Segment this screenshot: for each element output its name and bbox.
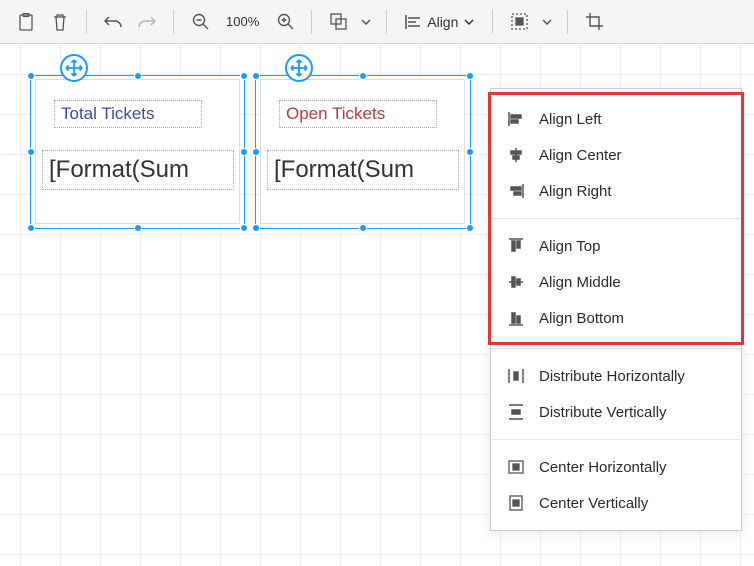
menu-item-center-vertically[interactable]: Center Vertically xyxy=(491,485,741,521)
zoom-out-button[interactable] xyxy=(184,6,216,38)
menu-separator xyxy=(491,218,741,219)
menu-label: Align Bottom xyxy=(539,310,624,327)
menu-item-align-bottom[interactable]: Align Bottom xyxy=(491,300,741,336)
menu-item-align-left[interactable]: Align Left xyxy=(491,101,741,137)
separator xyxy=(492,10,493,34)
resize-handle[interactable] xyxy=(466,224,474,232)
align-left-icon xyxy=(507,110,525,128)
chevron-down-icon xyxy=(464,19,474,25)
align-middle-icon xyxy=(507,273,525,291)
align-left-icon xyxy=(405,15,421,29)
move-icon xyxy=(65,59,83,77)
menu-item-align-center[interactable]: Align Center xyxy=(491,137,741,173)
resize-handle[interactable] xyxy=(252,148,260,156)
select-icon xyxy=(511,13,528,30)
chevron-down-icon xyxy=(361,19,371,25)
menu-label: Distribute Horizontally xyxy=(539,368,685,385)
resize-handle[interactable] xyxy=(240,148,248,156)
card-total-tickets[interactable]: Total Tickets [Format(Sum xyxy=(35,79,240,224)
separator xyxy=(173,10,174,34)
clipboard-icon xyxy=(18,13,34,31)
menu-item-align-middle[interactable]: Align Middle xyxy=(491,264,741,300)
zoom-level[interactable]: 100% xyxy=(218,14,267,29)
separator xyxy=(311,10,312,34)
card-open-tickets[interactable]: Open Tickets [Format(Sum xyxy=(260,79,465,224)
value-text: [Format(Sum xyxy=(274,156,414,184)
menu-item-align-top[interactable]: Align Top xyxy=(491,228,741,264)
resize-handle[interactable] xyxy=(240,72,248,80)
separator xyxy=(86,10,87,34)
resize-handle[interactable] xyxy=(27,224,35,232)
menu-label: Align Left xyxy=(539,111,602,128)
resize-handle[interactable] xyxy=(27,72,35,80)
menu-item-distribute-vertically[interactable]: Distribute Vertically xyxy=(491,394,741,430)
undo-icon xyxy=(104,15,122,29)
distribute-horizontal-icon xyxy=(507,367,525,385)
align-dropdown-button[interactable]: Align xyxy=(397,6,482,38)
resize-handle[interactable] xyxy=(252,72,260,80)
distribute-vertical-icon xyxy=(507,403,525,421)
crop-button[interactable] xyxy=(578,6,610,38)
zoom-in-button[interactable] xyxy=(269,6,301,38)
align-label: Align xyxy=(427,14,458,30)
resize-handle[interactable] xyxy=(240,224,248,232)
title-text: Total Tickets xyxy=(61,104,155,124)
resize-handle[interactable] xyxy=(466,148,474,156)
undo-button[interactable] xyxy=(97,6,129,38)
resize-handle[interactable] xyxy=(27,148,35,156)
field-title[interactable]: Open Tickets xyxy=(279,100,437,128)
redo-button[interactable] xyxy=(131,6,163,38)
trash-icon xyxy=(52,13,68,31)
copy-button[interactable] xyxy=(322,6,354,38)
menu-label: Align Right xyxy=(539,183,612,200)
zoom-in-icon xyxy=(277,13,294,30)
align-dropdown-menu: Align Left Align Center Align Right Alig… xyxy=(490,88,742,531)
menu-item-distribute-horizontally[interactable]: Distribute Horizontally xyxy=(491,358,741,394)
select-dropdown[interactable] xyxy=(537,6,557,38)
zoom-out-icon xyxy=(192,13,209,30)
menu-label: Align Top xyxy=(539,238,600,255)
menu-label: Align Middle xyxy=(539,274,621,291)
menu-separator xyxy=(491,348,741,349)
field-value[interactable]: [Format(Sum xyxy=(42,150,234,190)
separator xyxy=(567,10,568,34)
resize-handle[interactable] xyxy=(252,224,260,232)
chevron-down-icon xyxy=(542,19,552,25)
highlighted-group: Align Left Align Center Align Right Alig… xyxy=(488,92,744,345)
menu-label: Center Horizontally xyxy=(539,459,667,476)
menu-label: Align Center xyxy=(539,147,622,164)
delete-button[interactable] xyxy=(44,6,76,38)
value-text: [Format(Sum xyxy=(49,156,189,184)
paste-button[interactable] xyxy=(10,6,42,38)
center-horizontal-icon xyxy=(507,458,525,476)
select-button[interactable] xyxy=(503,6,535,38)
menu-item-center-horizontally[interactable]: Center Horizontally xyxy=(491,449,741,485)
resize-handle[interactable] xyxy=(466,72,474,80)
center-vertical-icon xyxy=(507,494,525,512)
title-text: Open Tickets xyxy=(286,104,385,124)
align-center-icon xyxy=(507,146,525,164)
align-top-icon xyxy=(507,237,525,255)
menu-separator xyxy=(491,439,741,440)
menu-item-align-right[interactable]: Align Right xyxy=(491,173,741,209)
align-bottom-icon xyxy=(507,309,525,327)
align-right-icon xyxy=(507,182,525,200)
move-icon xyxy=(290,59,308,77)
redo-icon xyxy=(138,15,156,29)
copy-dropdown[interactable] xyxy=(356,6,376,38)
toolbar: 100% Align xyxy=(0,0,754,44)
field-title[interactable]: Total Tickets xyxy=(54,100,202,128)
move-handle[interactable] xyxy=(285,54,313,82)
move-handle[interactable] xyxy=(60,54,88,82)
copy-icon xyxy=(330,13,347,30)
field-value[interactable]: [Format(Sum xyxy=(267,150,459,190)
menu-label: Center Vertically xyxy=(539,495,648,512)
separator xyxy=(386,10,387,34)
design-canvas[interactable]: Total Tickets [Format(Sum Open Tickets [… xyxy=(0,44,754,566)
crop-icon xyxy=(586,13,603,30)
menu-label: Distribute Vertically xyxy=(539,404,667,421)
resize-handle[interactable] xyxy=(359,224,367,232)
resize-handle[interactable] xyxy=(134,224,142,232)
